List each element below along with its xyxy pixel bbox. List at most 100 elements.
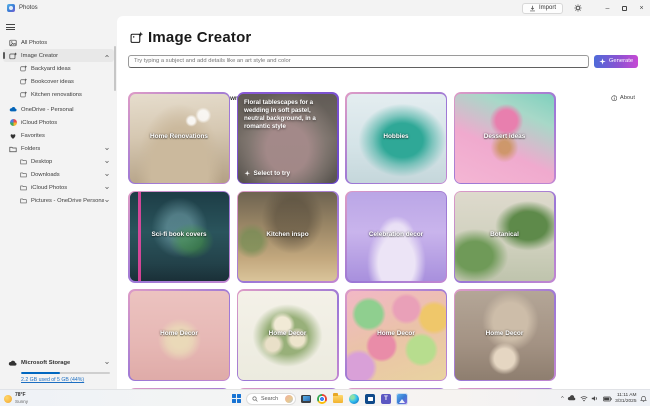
- onedrive-tray-icon[interactable]: [567, 395, 576, 402]
- taskbar-app-file-explorer[interactable]: [332, 393, 344, 405]
- windows-logo-icon: [232, 394, 241, 403]
- folder-icon: [19, 197, 27, 205]
- heart-icon: [9, 132, 17, 140]
- taskbar-app-teams[interactable]: T: [380, 393, 392, 405]
- card-prompt-text: Floral tablescapes for a wedding in soft…: [244, 99, 332, 131]
- sidebar-item-backyard-ideas[interactable]: Backyard ideas: [3, 62, 114, 75]
- cloud-icon: [8, 359, 17, 368]
- wifi-icon[interactable]: [580, 395, 588, 402]
- hamburger-menu-icon[interactable]: [6, 21, 22, 33]
- sidebar-item-label: Kitchen renovations: [31, 92, 82, 98]
- sidebar-item-onedrive-personal[interactable]: OneDrive - Personal: [3, 103, 114, 116]
- weather-widget[interactable]: 78°F Sunny: [4, 391, 28, 406]
- prompt-input[interactable]: [128, 55, 589, 68]
- chevron-down-icon[interactable]: [104, 185, 110, 191]
- search-icon: [252, 396, 258, 402]
- sidebar: All Photos Image Creator Backyard ideas …: [0, 16, 117, 389]
- idea-card-home-decor-3[interactable]: Home Decor: [345, 289, 447, 381]
- taskbar-clock[interactable]: 11:11 AM 3/31/2025: [615, 393, 636, 405]
- settings-gear-icon[interactable]: [571, 1, 585, 15]
- clock-time: 11:11 AM: [615, 393, 636, 399]
- taskbar-app-edge[interactable]: [348, 393, 360, 405]
- about-button[interactable]: About: [611, 95, 635, 102]
- idea-card-home-decor-2[interactable]: Home Decor: [237, 289, 339, 381]
- import-icon: [529, 5, 536, 12]
- idea-card-home-renovations[interactable]: Home Renovations: [128, 92, 230, 184]
- clock-date: 3/31/2025: [615, 399, 636, 405]
- idea-card-home-decor-4[interactable]: Home Decor: [454, 289, 556, 381]
- idea-card-scifi-book-covers[interactable]: Sci-fi book covers: [128, 191, 230, 283]
- sidebar-scrollbar[interactable]: [114, 46, 116, 91]
- idea-card-kitchen-inspo[interactable]: Kitchen inspo: [237, 191, 339, 283]
- card-label: Home Decor: [349, 330, 444, 337]
- photos-app-icon: [397, 394, 407, 404]
- sidebar-item-icloud-photos-folder[interactable]: iCloud Photos: [3, 181, 114, 194]
- start-button[interactable]: [230, 393, 242, 405]
- icloud-photos-icon: [9, 119, 17, 127]
- idea-card-grid: Home Renovations Floral tablescapes for …: [128, 92, 557, 389]
- card-label: Home Decor: [457, 330, 552, 337]
- photo-icon: [9, 39, 17, 47]
- idea-card-celebration-decor[interactable]: Celebration decor: [345, 191, 447, 283]
- sidebar-item-pictures-onedrive[interactable]: Pictures - OneDrive Personal: [3, 194, 114, 207]
- battery-icon[interactable]: [603, 396, 612, 402]
- sidebar-item-desktop[interactable]: Desktop: [3, 155, 114, 168]
- taskbar-app-chrome[interactable]: [316, 393, 328, 405]
- notification-bell-icon[interactable]: [640, 395, 647, 403]
- sidebar-item-label: Bookcover ideas: [31, 79, 74, 85]
- idea-card-hobbies[interactable]: Hobbies: [345, 92, 447, 184]
- sidebar-item-label: Downloads: [31, 172, 60, 178]
- image-creator-icon: [19, 91, 27, 99]
- storage-progress-bar: [21, 372, 110, 375]
- file-explorer-icon: [333, 395, 343, 403]
- generate-label: Generate: [609, 58, 633, 64]
- sidebar-item-folders[interactable]: Folders: [3, 142, 114, 155]
- storage-usage-link[interactable]: 2.2 GB used of 5 GB (44%): [21, 377, 110, 383]
- card-label: Home Renovations: [132, 133, 227, 140]
- sparkle-icon: [599, 58, 606, 65]
- desktop-app-icon: [301, 395, 311, 403]
- maximize-icon: [622, 6, 627, 11]
- sidebar-item-label: iCloud Photos: [31, 185, 67, 191]
- select-to-try-label: Select to try: [254, 170, 291, 177]
- sidebar-item-image-creator[interactable]: Image Creator: [3, 49, 114, 62]
- sidebar-item-label: Pictures - OneDrive Personal: [31, 198, 104, 204]
- sidebar-item-kitchen-renovations[interactable]: Kitchen renovations: [3, 88, 114, 101]
- taskbar-search[interactable]: Search: [246, 393, 296, 405]
- idea-card-botanical[interactable]: Botanical: [454, 191, 556, 283]
- taskbar-app-photos-active[interactable]: [396, 393, 408, 405]
- maximize-button[interactable]: [616, 0, 633, 16]
- idea-card-selected-prompt[interactable]: Floral tablescapes for a wedding in soft…: [237, 92, 339, 184]
- chevron-down-icon[interactable]: [104, 159, 110, 165]
- chevron-down-icon[interactable]: [104, 146, 110, 152]
- app-identity: Photos: [0, 4, 38, 12]
- taskbar-app-store[interactable]: [364, 393, 376, 405]
- card-label: Botanical: [457, 231, 552, 238]
- storage-header[interactable]: Microsoft Storage: [8, 358, 110, 369]
- tray-chevron-up-icon[interactable]: ^: [561, 396, 564, 402]
- sidebar-item-favorites[interactable]: Favorites: [3, 129, 114, 142]
- sidebar-item-icloud-photos[interactable]: iCloud Photos: [3, 116, 114, 129]
- storage-label: Microsoft Storage: [21, 360, 70, 366]
- close-button[interactable]: ×: [633, 0, 650, 16]
- chevron-down-icon[interactable]: [104, 172, 110, 178]
- sidebar-item-bookcover-ideas[interactable]: Bookcover ideas: [3, 75, 114, 88]
- folder-icon: [19, 184, 27, 192]
- select-to-try-button[interactable]: Select to try: [244, 170, 290, 177]
- folder-icon: [19, 171, 27, 179]
- idea-card-dessert-ideas[interactable]: Dessert ideas: [454, 92, 556, 184]
- chevron-up-icon[interactable]: [104, 53, 110, 59]
- chevron-down-icon[interactable]: [104, 360, 110, 366]
- idea-card-home-decor-1[interactable]: Home Decor: [128, 289, 230, 381]
- sidebar-item-downloads[interactable]: Downloads: [3, 168, 114, 181]
- photos-app-icon: [7, 4, 15, 12]
- import-button[interactable]: Import: [522, 3, 563, 14]
- chevron-down-icon[interactable]: [104, 198, 110, 204]
- sidebar-item-all-photos[interactable]: All Photos: [3, 36, 114, 49]
- minimize-button[interactable]: –: [599, 0, 616, 16]
- speaker-icon[interactable]: [591, 395, 599, 402]
- taskbar-app-desktop[interactable]: [300, 393, 312, 405]
- card-label: Sci-fi book covers: [132, 231, 227, 238]
- generate-button[interactable]: Generate: [594, 55, 638, 68]
- sidebar-item-label: Folders: [21, 146, 40, 152]
